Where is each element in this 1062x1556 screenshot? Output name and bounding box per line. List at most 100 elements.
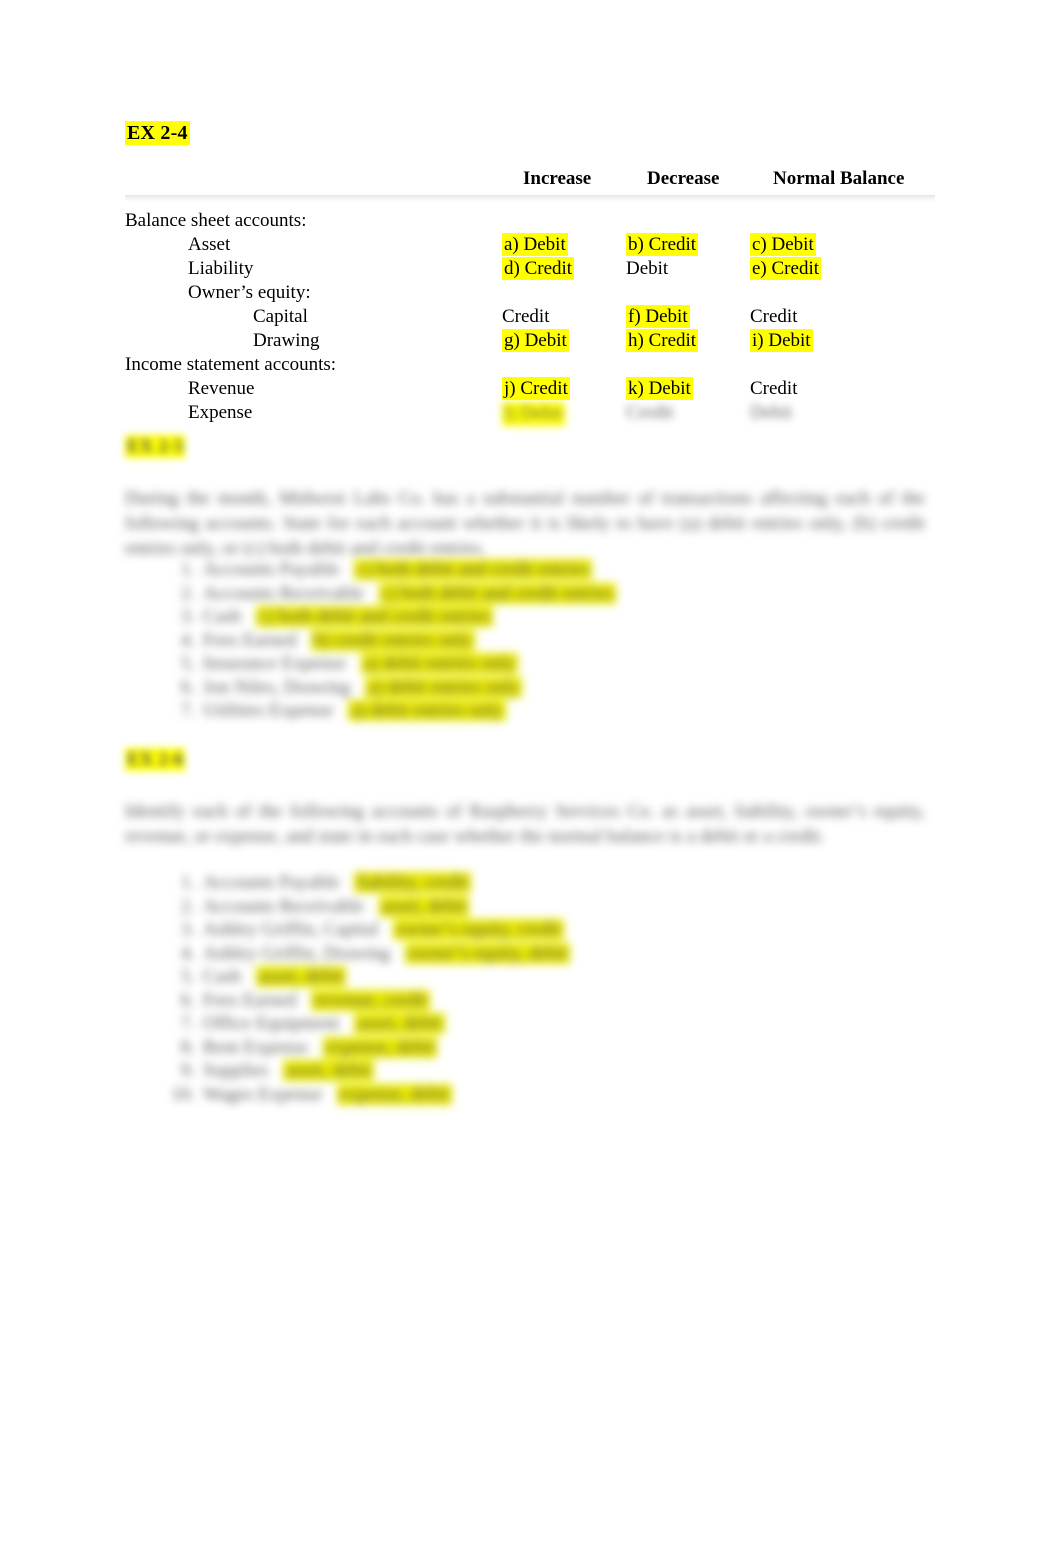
list-item-answer: c) both debit and credit entries bbox=[354, 559, 593, 580]
header-divider bbox=[125, 195, 935, 202]
cell-decrease: Debit bbox=[626, 258, 669, 279]
list-item-account: Fees Earned bbox=[203, 629, 297, 651]
table-row: Balance sheet accounts: bbox=[125, 210, 935, 234]
list-item-account: Accounts Payable bbox=[203, 559, 340, 580]
list-item: 7. Utilities Expense a) debit entries on… bbox=[155, 699, 945, 723]
list-marker: 4. bbox=[180, 942, 195, 964]
list-item-account: Cash bbox=[203, 966, 241, 987]
list-marker: 1. bbox=[180, 872, 195, 893]
cell-normal-balance: i) Debit bbox=[750, 329, 813, 352]
cell-increase: j) Credit bbox=[502, 377, 570, 400]
list-item-account: Ashley Griffin, Capital bbox=[203, 919, 379, 940]
list-marker: 1. bbox=[180, 559, 195, 580]
list-marker: 3. bbox=[180, 919, 195, 940]
row-label: Income statement accounts: bbox=[125, 354, 337, 375]
table-row: Capital Credit f) Debit Credit bbox=[125, 305, 935, 330]
list-item-answer: expense, debit bbox=[337, 1083, 452, 1105]
list-item: 4. Ashley Griffin, Drawing owner’s equit… bbox=[155, 942, 945, 966]
list-item-answer: owner’s equity, debit bbox=[404, 942, 571, 964]
list-item-account: Ashley Griffin, Drawing bbox=[203, 942, 390, 964]
row-label: Drawing bbox=[253, 330, 320, 351]
cell-decrease: k) Debit bbox=[626, 377, 693, 400]
debit-credit-rules-table: Increase Decrease Normal Balance Balance… bbox=[125, 168, 935, 426]
row-label: Balance sheet accounts: bbox=[125, 210, 307, 231]
list-item-answer: asset, debit bbox=[378, 895, 470, 917]
row-label: Revenue bbox=[188, 378, 255, 399]
list-item-answer: liability, credit bbox=[354, 872, 472, 893]
cell-normal-balance: c) Debit bbox=[750, 233, 816, 256]
list-item: 5. Cash asset, debit bbox=[155, 965, 945, 989]
list-item-answer: revenue, credit bbox=[311, 989, 431, 1011]
list-item-account: Supplies bbox=[203, 1060, 269, 1081]
section-three-paragraph: Identify each of the following accounts … bbox=[125, 801, 925, 847]
cell-normal-balance: Credit bbox=[750, 378, 798, 399]
list-item: 10. Wages Expense expense, debit bbox=[155, 1083, 945, 1107]
section-three-list: 1. Accounts Payable liability, credit 2.… bbox=[155, 871, 945, 1106]
table-row: Owner’s equity: bbox=[125, 282, 935, 306]
list-item: 6. Fees Earned revenue, credit bbox=[155, 989, 945, 1013]
list-item-account: Utilities Expense bbox=[203, 700, 334, 721]
list-item: 1. Accounts Payable c) both debit and cr… bbox=[155, 558, 945, 582]
table-row: Drawing g) Debit h) Credit i) Debit bbox=[125, 329, 935, 354]
list-marker: 2. bbox=[180, 895, 195, 917]
page-title: EX 2-4 bbox=[125, 121, 190, 145]
list-item-account: Accounts Payable bbox=[203, 872, 340, 893]
list-item: 7. Office Equipment asset, debit bbox=[155, 1012, 945, 1036]
table-row: Expense l) Debit Credit Debit bbox=[125, 402, 935, 426]
list-item: 3. Ashley Griffin, Capital owner’s equit… bbox=[155, 918, 945, 942]
list-item-account: Office Equipment bbox=[203, 1013, 340, 1034]
cell-decrease: h) Credit bbox=[626, 329, 699, 352]
list-item-account: Accounts Receivable bbox=[203, 582, 364, 604]
list-item-account: Accounts Receivable bbox=[203, 895, 364, 917]
cell-decrease: f) Debit bbox=[626, 305, 690, 328]
row-label: Liability bbox=[188, 258, 254, 279]
cell-increase: Credit bbox=[502, 306, 550, 327]
section-two-paragraph: During the month, Midwest Labs Co. has a… bbox=[125, 488, 925, 559]
list-item-answer: asset, debit bbox=[255, 966, 347, 987]
cell-increase: d) Credit bbox=[502, 257, 575, 280]
list-item: 5. Insurance Expense a) debit entries on… bbox=[155, 652, 945, 676]
list-item: 9. Supplies asset, debit bbox=[155, 1059, 945, 1083]
table-row: Revenue j) Credit k) Debit Credit bbox=[125, 377, 935, 402]
list-item-account: Jon Niles, Drawing bbox=[203, 676, 351, 698]
list-item-answer: a) debit entries only bbox=[360, 653, 519, 674]
section-two-tag: EX 2-5 bbox=[125, 435, 186, 458]
list-item-answer: asset, debit bbox=[283, 1060, 374, 1081]
list-marker: 7. bbox=[180, 1013, 195, 1034]
cell-increase: l) Debit bbox=[502, 402, 565, 426]
cell-decrease: Credit bbox=[626, 402, 674, 423]
list-item: 6. Jon Niles, Drawing a) debit entries o… bbox=[155, 676, 945, 700]
row-label: Capital bbox=[253, 306, 308, 327]
row-label: Expense bbox=[188, 402, 253, 423]
cell-decrease: b) Credit bbox=[626, 233, 699, 256]
list-marker: 7. bbox=[180, 700, 195, 721]
table-row: Asset a) Debit b) Credit c) Debit bbox=[125, 233, 935, 258]
list-item-answer: owner’s equity, credit bbox=[393, 919, 564, 940]
list-marker: 9. bbox=[180, 1060, 195, 1081]
list-item-account: Rent Expense bbox=[203, 1036, 309, 1058]
list-item-account: Cash bbox=[203, 606, 241, 627]
column-header-decrease: Decrease bbox=[647, 168, 720, 189]
list-item-answer: c) both debit and credit entries bbox=[378, 582, 617, 604]
list-item-account: Insurance Expense bbox=[203, 653, 346, 674]
cell-increase: a) Debit bbox=[502, 233, 568, 256]
list-item-answer: asset, debit bbox=[354, 1013, 445, 1034]
list-marker: 2. bbox=[180, 582, 195, 604]
list-item: 2. Accounts Receivable c) both debit and… bbox=[155, 582, 945, 606]
list-item: 1. Accounts Payable liability, credit bbox=[155, 871, 945, 895]
row-label: Owner’s equity: bbox=[188, 282, 311, 303]
list-marker: 3. bbox=[180, 606, 195, 627]
cell-normal-balance: Credit bbox=[750, 306, 798, 327]
list-item: 3. Cash c) both debit and credit entries bbox=[155, 605, 945, 629]
table-row: Liability d) Credit Debit e) Credit bbox=[125, 257, 935, 282]
section-two-list: 1. Accounts Payable c) both debit and cr… bbox=[155, 558, 945, 723]
list-item: 2. Accounts Receivable asset, debit bbox=[155, 895, 945, 919]
list-item: 8. Rent Expense expense, debit bbox=[155, 1036, 945, 1060]
cell-normal-balance: e) Credit bbox=[750, 257, 822, 280]
column-header-increase: Increase bbox=[523, 168, 592, 189]
list-marker: 6. bbox=[180, 676, 195, 698]
list-marker: 5. bbox=[180, 653, 195, 674]
list-item-answer: c) both debit and credit entries bbox=[255, 606, 494, 627]
table-row: Income statement accounts: bbox=[125, 354, 935, 378]
row-label: Asset bbox=[188, 234, 231, 255]
